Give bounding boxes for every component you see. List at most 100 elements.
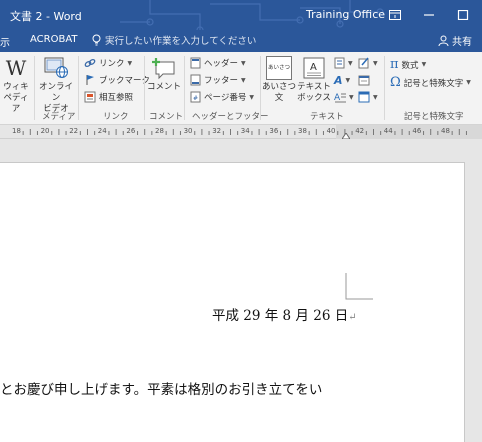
header-icon bbox=[190, 57, 201, 69]
greeting-label-2: 文 bbox=[274, 93, 284, 103]
pi-icon: π bbox=[390, 57, 399, 72]
horizontal-ruler[interactable]: 18 20 22 24 26 28 30 32 34 36 38 40 42 44 46 48 bbox=[0, 125, 482, 139]
header-dropdown-icon: ▼ bbox=[241, 59, 246, 67]
ruler-tick-label: 48 bbox=[441, 127, 450, 135]
page-number-button[interactable]: # ページ番号 ▼ bbox=[190, 91, 254, 103]
equation-button[interactable]: π 数式 ▼ bbox=[390, 57, 426, 72]
textbox-label-2: ボックス bbox=[297, 93, 331, 103]
textbox-icon: A bbox=[303, 57, 325, 79]
group-label-comments: コメント bbox=[149, 112, 184, 122]
ribbon-insert: W ウィキ ペディア オンライン ビデオ メディア リンク ▼ ブックマーク 相… bbox=[0, 52, 482, 125]
signature-line-button[interactable]: ▼ bbox=[358, 57, 378, 69]
symbol-button[interactable]: Ω 記号と特殊文字 ▼ bbox=[390, 75, 471, 90]
svg-text:A: A bbox=[310, 62, 317, 73]
cross-reference-button[interactable]: 相互参照 bbox=[84, 91, 133, 103]
ruler-tick-label: 22 bbox=[69, 127, 79, 135]
group-label-links: リンク bbox=[103, 112, 129, 122]
wikipedia-label-1: ウィキ bbox=[3, 82, 29, 92]
share-button[interactable]: 共有 bbox=[438, 33, 472, 48]
share-label: 共有 bbox=[452, 37, 472, 48]
group-label-symbols: 記号と特殊文字 bbox=[404, 112, 464, 122]
ruler-tick-label: 28 bbox=[155, 127, 164, 135]
minimize-button[interactable] bbox=[418, 4, 440, 26]
wordart-button[interactable]: A ▼ bbox=[334, 74, 350, 87]
object-dropdown-icon: ▼ bbox=[373, 93, 378, 101]
bookmark-button[interactable]: ブックマーク bbox=[84, 74, 150, 86]
drop-cap-button[interactable]: A ▼ bbox=[334, 91, 354, 103]
page-number-icon: # bbox=[190, 91, 201, 103]
ruler-tick-label: 24 bbox=[97, 127, 107, 135]
quick-parts-dropdown-icon: ▼ bbox=[348, 59, 353, 67]
page-number-dropdown-icon: ▼ bbox=[249, 93, 254, 101]
wikipedia-button[interactable]: W ウィキ ペディア bbox=[0, 56, 32, 115]
ruler-tick-label: 44 bbox=[383, 127, 393, 135]
online-video-button[interactable]: オンライン ビデオ bbox=[36, 56, 76, 115]
omega-icon: Ω bbox=[390, 75, 401, 90]
group-separator bbox=[260, 56, 261, 120]
footer-button[interactable]: フッター ▼ bbox=[190, 74, 246, 86]
ruler-tick-label: 40 bbox=[326, 127, 336, 135]
group-separator bbox=[78, 56, 79, 120]
drop-cap-icon: A bbox=[334, 93, 346, 103]
ribbon-display-icon bbox=[389, 10, 401, 20]
window-title: 文書 2 - Word bbox=[10, 10, 82, 23]
greeting-icon: あいさつ bbox=[266, 56, 292, 80]
link-dropdown-icon: ▼ bbox=[127, 59, 133, 67]
ruler-tick-label: 38 bbox=[298, 127, 307, 135]
ruler-tick-label: 34 bbox=[240, 127, 250, 135]
ruler-tick-label: 46 bbox=[412, 127, 422, 135]
cross-reference-icon bbox=[84, 91, 96, 103]
equation-dropdown-icon: ▼ bbox=[421, 61, 427, 68]
tell-me-box[interactable]: 実行したい作業を入力してください bbox=[92, 33, 256, 47]
minimize-icon bbox=[424, 14, 434, 16]
date-text: 平成 29 年 8 月 26 日 bbox=[212, 308, 349, 324]
greeting-button[interactable]: あいさつ あいさつ 文 bbox=[262, 56, 296, 104]
paragraph-mark-icon: ↵ bbox=[348, 312, 357, 323]
signed-in-user[interactable]: Training Office bbox=[306, 8, 385, 21]
group-label-header-footer: ヘッダーとフッター bbox=[192, 112, 269, 122]
ruler-tick-label: 36 bbox=[269, 127, 279, 135]
ruler-tick-label: 30 bbox=[183, 127, 193, 135]
header-button[interactable]: ヘッダー ▼ bbox=[190, 57, 246, 69]
comment-button[interactable]: コメント bbox=[146, 56, 182, 93]
ribbon-display-options-button[interactable] bbox=[384, 4, 406, 26]
wikipedia-icon: W bbox=[5, 56, 27, 80]
ribbon-tabs: 示 ACROBAT 実行したい作業を入力してください 共有 bbox=[0, 30, 482, 52]
document-page[interactable] bbox=[0, 162, 465, 442]
quick-parts-button[interactable]: ▼ bbox=[334, 57, 353, 69]
ruler-tick-label: 42 bbox=[355, 127, 365, 135]
date-time-button[interactable] bbox=[358, 74, 370, 86]
svg-text:#: # bbox=[193, 95, 198, 102]
title-bar: 文書 2 - Word Training Office bbox=[0, 0, 482, 30]
quick-parts-icon bbox=[334, 57, 345, 69]
group-separator bbox=[34, 56, 35, 120]
person-icon bbox=[438, 35, 449, 46]
textbox-button[interactable]: A テキスト ボックス bbox=[296, 56, 332, 104]
document-body-line[interactable]: とお慶び申し上げます。平素は格別のお引き立てをい bbox=[0, 378, 322, 398]
link-icon bbox=[84, 58, 96, 68]
wordart-icon: A bbox=[334, 74, 343, 87]
document-date[interactable]: 平成 29 年 8 月 26 日↵ bbox=[212, 304, 357, 324]
link-label: リンク bbox=[99, 59, 125, 69]
comment-icon bbox=[152, 58, 175, 80]
ruler-tick-label: 18 bbox=[12, 127, 21, 135]
link-button[interactable]: リンク ▼ bbox=[84, 57, 132, 69]
footer-dropdown-icon: ▼ bbox=[241, 76, 246, 84]
tab-acrobat[interactable]: ACROBAT bbox=[30, 34, 78, 45]
page-margin-corner bbox=[345, 273, 373, 300]
tell-me-placeholder: 実行したい作業を入力してください bbox=[105, 36, 257, 47]
ruler-tick-label: 26 bbox=[126, 127, 136, 135]
online-video-label-1: オンライン bbox=[38, 82, 73, 103]
signature-line-icon bbox=[358, 57, 369, 69]
tab-view-partial[interactable]: 示 bbox=[0, 34, 10, 49]
bookmark-label: ブックマーク bbox=[99, 76, 151, 86]
symbol-label: 記号と特殊文字 bbox=[403, 78, 464, 89]
object-button[interactable]: ▼ bbox=[358, 91, 378, 103]
symbol-dropdown-icon: ▼ bbox=[466, 79, 471, 86]
group-label-media: メディア bbox=[42, 112, 76, 122]
page-number-label: ページ番号 bbox=[204, 93, 247, 103]
ruler-tick-label: 32 bbox=[212, 127, 222, 135]
maximize-button[interactable] bbox=[452, 4, 474, 26]
wikipedia-label-2: ペディア bbox=[3, 93, 29, 114]
header-label: ヘッダー bbox=[204, 59, 239, 69]
